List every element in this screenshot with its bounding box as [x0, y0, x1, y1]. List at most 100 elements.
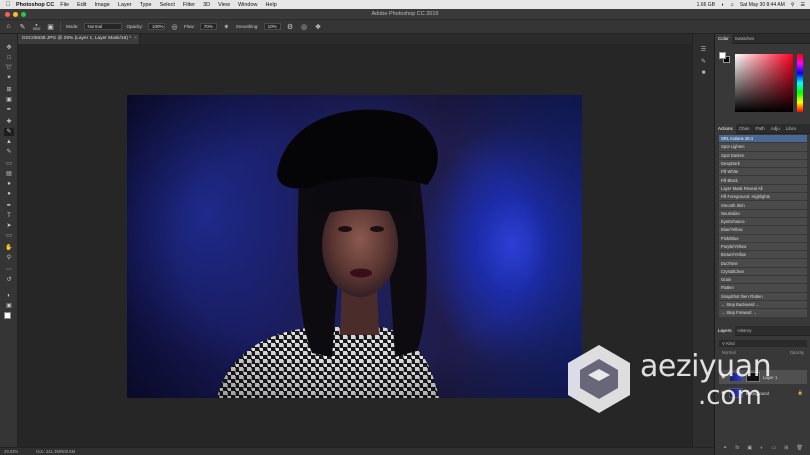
- layer-row[interactable]: ◉ Background 🔒: [719, 386, 807, 400]
- app-menu[interactable]: Photoshop CC: [16, 2, 54, 8]
- action-button[interactable]: Grain: [719, 276, 807, 285]
- action-button[interactable]: → Step Forward →: [719, 309, 807, 318]
- action-button[interactable]: Layer Mask Reveal All: [719, 184, 807, 194]
- mode-select[interactable]: Normal: [83, 23, 122, 30]
- add-mask-icon[interactable]: ▣: [747, 445, 752, 453]
- wifi-icon[interactable]: ◖: [721, 2, 724, 8]
- menu-3d[interactable]: 3D: [203, 2, 210, 8]
- visibility-eye-icon[interactable]: ◉: [721, 390, 726, 396]
- menu-image[interactable]: Image: [95, 2, 110, 8]
- document-image[interactable]: [127, 95, 582, 398]
- crop-tool-icon[interactable]: ⊞: [4, 86, 14, 94]
- more-tools-icon[interactable]: ⋯: [4, 266, 14, 274]
- tab-channels[interactable]: Chan: [736, 126, 753, 131]
- canvas-area[interactable]: [18, 44, 692, 447]
- pen-tool-icon[interactable]: ✒: [4, 202, 14, 210]
- airbrush-icon[interactable]: ✶: [222, 22, 231, 31]
- type-tool-icon[interactable]: T: [4, 212, 14, 220]
- document-tab[interactable]: DSC06538.JPG @ 29% (Layer 1, Layer Mask/…: [18, 34, 140, 44]
- clone-stamp-tool-icon[interactable]: ▲: [4, 138, 14, 146]
- pressure-opacity-icon[interactable]: ◎: [170, 22, 179, 31]
- gear-icon[interactable]: ⚙: [286, 22, 295, 31]
- color-field[interactable]: [735, 54, 793, 112]
- menu-view[interactable]: View: [218, 2, 230, 8]
- action-button[interactable]: Fill White: [719, 168, 807, 177]
- menu-list-icon[interactable]: ☰: [801, 2, 805, 8]
- hand-tool-icon[interactable]: ✋: [4, 244, 14, 252]
- close-tab-icon[interactable]: ×: [134, 36, 137, 41]
- dodge-tool-icon[interactable]: ●: [4, 190, 14, 198]
- menu-help[interactable]: Help: [266, 2, 277, 8]
- layer-filter[interactable]: ⚲ Kind: [719, 340, 807, 347]
- eraser-tool-icon[interactable]: ▭: [4, 160, 14, 168]
- menu-select[interactable]: Select: [160, 2, 175, 8]
- action-button[interactable]: DuoTone: [719, 259, 807, 268]
- action-button[interactable]: CrystalClear: [719, 267, 807, 277]
- lasso-tool-icon[interactable]: ➰: [4, 64, 14, 72]
- flow-field[interactable]: 70%: [199, 23, 217, 30]
- adjustment-icon[interactable]: ◐: [760, 445, 763, 453]
- action-button[interactable]: Brown/Yellow: [719, 251, 807, 260]
- tab-adjustments[interactable]: Adju: [768, 126, 783, 131]
- action-button[interactable]: DeepDark: [719, 159, 807, 169]
- quick-select-tool-icon[interactable]: ✦: [4, 74, 14, 82]
- smoothing-field[interactable]: 10%: [263, 23, 281, 30]
- screen-mode-icon[interactable]: ▣: [4, 302, 14, 310]
- tab-libraries[interactable]: Libra: [783, 126, 799, 131]
- group-folder-icon[interactable]: ▭: [771, 445, 776, 453]
- menu-window[interactable]: Window: [238, 2, 258, 8]
- new-layer-icon[interactable]: ⊞: [784, 445, 788, 453]
- lock-icon[interactable]: 🔒: [798, 390, 803, 396]
- action-button[interactable]: Neutralize: [719, 209, 807, 218]
- properties-icon[interactable]: ☰: [699, 46, 708, 54]
- gradient-tool-icon[interactable]: ▤: [4, 170, 14, 178]
- brush-panel-icon[interactable]: ✎: [699, 58, 708, 66]
- layer-opacity-label[interactable]: Opacity: [790, 350, 804, 357]
- rectangle-tool-icon[interactable]: ▭: [4, 232, 14, 240]
- zoom-tool-icon[interactable]: ⚲: [4, 254, 14, 262]
- tab-history[interactable]: History: [735, 328, 755, 333]
- tab-swatches[interactable]: Swatches: [732, 36, 758, 41]
- blur-tool-icon[interactable]: ●: [4, 180, 14, 188]
- zoom-level[interactable]: 29.03%: [4, 449, 18, 454]
- brush-size-picker[interactable]: ● 2500: [32, 22, 41, 31]
- action-button[interactable]: Purple/Yellow: [719, 242, 807, 252]
- tab-color[interactable]: Color: [715, 33, 732, 44]
- styles-icon[interactable]: ■: [699, 70, 708, 78]
- swap-colors-icon[interactable]: ↺: [4, 276, 14, 284]
- blend-mode-select[interactable]: Normal: [722, 350, 736, 357]
- brush-tool-preset-icon[interactable]: ✎: [18, 22, 27, 31]
- menu-file[interactable]: File: [60, 2, 69, 8]
- marquee-tool-icon[interactable]: □: [4, 54, 14, 62]
- layer-mask-thumbnail[interactable]: [746, 372, 760, 382]
- menu-filter[interactable]: Filter: [183, 2, 195, 8]
- tab-actions[interactable]: Actions: [715, 123, 736, 134]
- pressure-size-icon[interactable]: ◎: [300, 22, 309, 31]
- move-tool-icon[interactable]: ✥: [4, 44, 14, 52]
- menu-edit[interactable]: Edit: [77, 2, 86, 8]
- home-icon[interactable]: ⌂: [4, 22, 13, 31]
- path-select-tool-icon[interactable]: ➤: [4, 222, 14, 230]
- action-button[interactable]: Blue/Yellow: [719, 226, 807, 235]
- healing-brush-tool-icon[interactable]: ✚: [4, 118, 14, 126]
- action-button[interactable]: Flatten: [719, 284, 807, 293]
- tab-paths[interactable]: Path: [753, 126, 768, 131]
- search-icon[interactable]: ⚲: [791, 2, 795, 8]
- symmetry-icon[interactable]: ❖: [314, 22, 323, 31]
- volume-icon[interactable]: ♫: [730, 2, 734, 8]
- history-brush-tool-icon[interactable]: ✎: [4, 148, 14, 156]
- foreground-color-swatch[interactable]: [4, 312, 11, 319]
- layer-row[interactable]: ◉ Layer 1: [719, 370, 807, 384]
- document-size[interactable]: Doc: 241.3M/500.6M: [36, 449, 75, 454]
- clock[interactable]: Sat May 30 8:44 AM: [740, 2, 785, 8]
- action-set[interactable]: SRL Actions 20.4: [719, 135, 807, 144]
- action-button[interactable]: EyeEnhance: [719, 217, 807, 227]
- tab-layers[interactable]: Layers: [715, 325, 735, 336]
- layer-name[interactable]: Layer 1: [763, 375, 777, 380]
- apple-icon[interactable]: : [4, 2, 12, 8]
- frame-tool-icon[interactable]: ▣: [4, 96, 14, 104]
- action-button[interactable]: Pink/Blue: [719, 234, 807, 243]
- hue-slider[interactable]: [797, 54, 803, 112]
- quick-mask-icon[interactable]: ◐: [4, 292, 14, 300]
- layer-name[interactable]: Background: [746, 391, 769, 396]
